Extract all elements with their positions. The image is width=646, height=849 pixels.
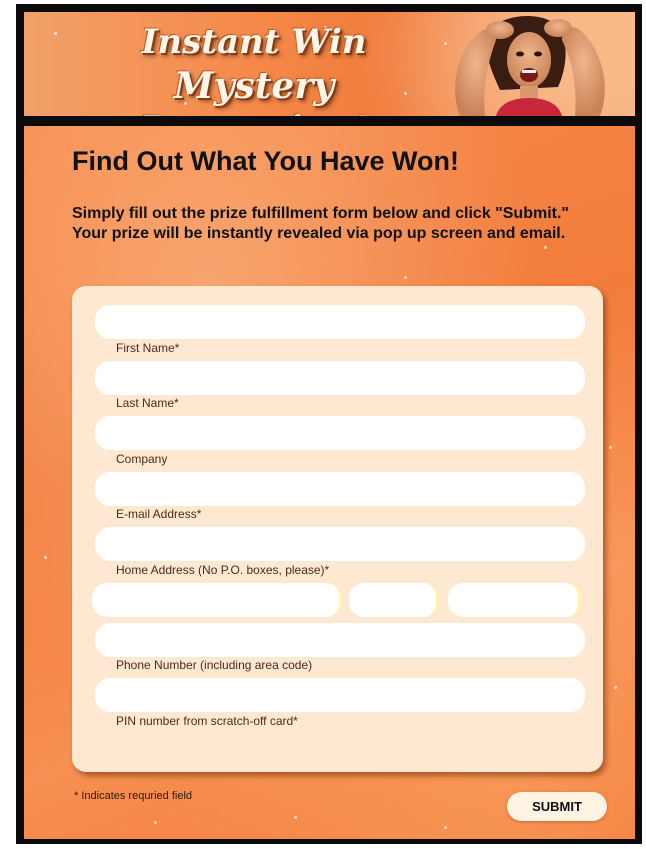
first-name-input[interactable] [95,305,585,339]
company-label: Company [116,452,168,466]
first-name-label: First Name* [116,341,180,355]
submit-button[interactable]: SUBMIT [507,792,607,821]
required-field-note: * Indicates requried field [74,790,193,802]
banner-title-line2: Mystery Promotion! [140,65,368,116]
woman-image [455,15,605,116]
pin-label: PIN number from scratch-off card* [116,714,298,728]
home-address-label: Home Address (No P.O. boxes, please)* [116,563,330,577]
last-name-label: Last Name* [116,396,179,410]
intro-text: Simply fill out the prize fulfillment fo… [72,205,569,242]
prize-form: First Name* Last Name* Company E-mail Ad… [72,286,603,772]
banner-title-line1: Instant Win [141,22,367,62]
home-address-input[interactable] [95,527,585,561]
phone-label: Phone Number (including area code) [116,658,313,672]
promo-banner: Instant Win Mystery Promotion! [24,12,635,116]
page-headline: Find Out What You Have Won! [72,146,459,176]
last-name-input[interactable] [95,361,585,395]
company-input[interactable] [95,416,585,450]
city-input[interactable] [92,583,342,617]
phone-input[interactable] [95,623,585,657]
email-input[interactable] [95,472,585,506]
main-content: Find Out What You Have Won! Simply fill … [24,126,635,839]
pin-input[interactable] [95,678,585,712]
state-input[interactable] [349,583,439,617]
email-label: E-mail Address* [116,507,202,521]
banner-title: Instant Win Mystery Promotion! [64,20,444,116]
zip-input[interactable] [448,583,581,617]
